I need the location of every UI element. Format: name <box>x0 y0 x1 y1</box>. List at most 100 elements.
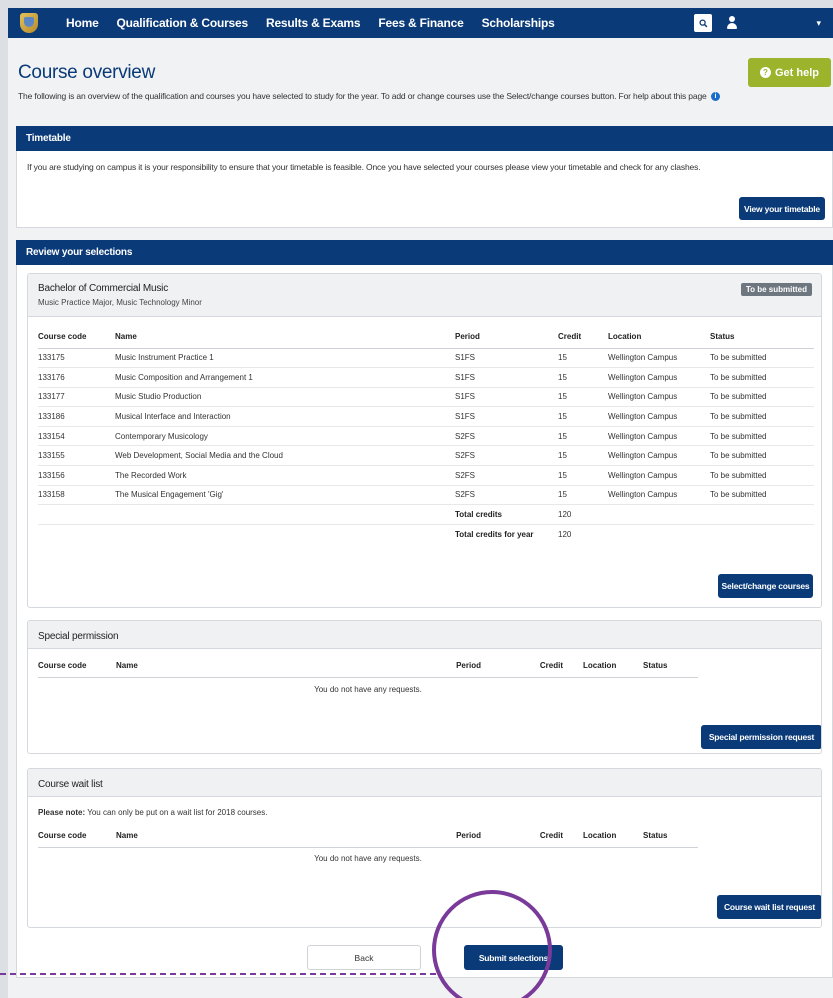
cell-credit: 15 <box>558 386 608 407</box>
col-period: Period <box>411 825 509 848</box>
cell-credit: 15 <box>558 425 608 446</box>
wait-list-note-text: You can only be put on a wait list for 2… <box>85 808 268 817</box>
cell-period: S1FS <box>455 353 476 363</box>
special-permission-title: Special permission <box>38 631 119 642</box>
wait-list-title: Course wait list <box>38 779 103 790</box>
question-icon: ? <box>759 67 771 78</box>
col-name: Name <box>115 326 455 349</box>
cell-period: S2FS <box>455 465 558 486</box>
col-name: Name <box>116 825 411 848</box>
cell-period: S1FS <box>455 367 558 388</box>
qualification-name: Bachelor of Commercial Music <box>38 283 168 294</box>
cell-code: 133186 <box>38 406 115 427</box>
page-intro: The following is an overview of the qual… <box>18 91 720 102</box>
review-heading-text: Review your selections <box>26 247 133 258</box>
table-row: 133156 The Recorded Work S2FS 15 Welling… <box>38 465 814 486</box>
cell-status: To be submitted <box>710 425 814 446</box>
select-change-courses-button[interactable]: Select/change courses <box>718 574 813 598</box>
cell-location: Wellington Campus <box>608 353 678 363</box>
qualification-card-header: Bachelor of Commercial Music Music Pract… <box>28 274 821 317</box>
university-logo-icon[interactable] <box>20 13 38 33</box>
nav-qualification-courses[interactable]: Qualification & Courses <box>117 16 249 30</box>
col-period: Period <box>411 655 509 678</box>
back-button[interactable]: Back <box>307 945 421 970</box>
col-course-code: Course code <box>38 655 116 678</box>
wait-list-header: Course wait list <box>28 769 821 797</box>
wait-list-note: Please note: You can only be put on a wa… <box>38 808 267 817</box>
get-help-button[interactable]: ? Get help <box>748 58 831 87</box>
cell-status: To be submitted <box>710 386 814 407</box>
cell-location: Wellington Campus <box>608 445 710 466</box>
special-permission-card: Special permission Course code Name Peri… <box>27 620 822 754</box>
wait-list-table-header: Course code Name Period Credit Location … <box>38 825 698 848</box>
nav-fees-finance[interactable]: Fees & Finance <box>378 16 463 30</box>
courses-table-header: Course code Name Period Credit Location … <box>38 326 814 349</box>
review-panel-heading: Review your selections <box>16 240 833 265</box>
course-wait-list-card: Course wait list Please note: You can on… <box>27 768 822 928</box>
user-icon[interactable] <box>726 16 738 30</box>
cell-name: Music Composition and Arrangement 1 <box>115 367 455 388</box>
table-row: 133175 Music Instrument Practice 1 S1FS … <box>38 348 814 368</box>
nav-scholarships[interactable]: Scholarships <box>482 16 555 30</box>
cell-status: To be submitted <box>710 406 814 427</box>
table-row: 133186 Musical Interface and Interaction… <box>38 406 814 427</box>
cell-period: S1FS <box>455 406 558 427</box>
cell-status: To be submitted <box>710 367 814 388</box>
cell-location: Wellington Campus <box>608 465 710 486</box>
col-credit: Credit <box>509 655 563 678</box>
timetable-panel: If you are studying on campus it is your… <box>16 151 833 228</box>
col-location: Location <box>608 326 710 349</box>
total-year-label: Total credits for year <box>455 523 558 544</box>
total-credits-value: 120 <box>558 504 608 525</box>
cell-status: To be submitted <box>710 353 767 363</box>
nav-results-exams[interactable]: Results & Exams <box>266 16 361 30</box>
timetable-panel-heading: Timetable <box>16 126 833 151</box>
info-icon[interactable]: i <box>710 92 720 102</box>
col-course-code: Course code <box>38 825 116 848</box>
col-period: Period <box>455 326 558 349</box>
col-status: Status <box>710 326 814 349</box>
special-permission-request-button[interactable]: Special permission request <box>701 725 821 749</box>
cell-status: To be submitted <box>710 445 814 466</box>
page-title: Course overview <box>18 62 155 83</box>
chevron-down-icon[interactable]: ▾ <box>816 18 821 29</box>
cell-location: Wellington Campus <box>608 425 710 446</box>
cell-location: Wellington Campus <box>608 367 710 388</box>
cell-period: S1FS <box>455 386 558 407</box>
search-button[interactable] <box>694 14 713 32</box>
table-row: 133154 Contemporary Musicology S2FS 15 W… <box>38 425 814 446</box>
cell-period: S2FS <box>455 425 558 446</box>
wait-list-empty-note: You do not have any requests. <box>314 854 422 863</box>
review-panel: Bachelor of Commercial Music Music Pract… <box>16 265 833 978</box>
special-table-header: Course code Name Period Credit Location … <box>38 655 698 678</box>
cell-code: 133156 <box>38 465 115 486</box>
cell-period: S2FS <box>455 484 558 505</box>
cell-location: Wellington Campus <box>608 386 710 407</box>
status-badge: To be submitted <box>740 283 812 296</box>
course-wait-list-request-button[interactable]: Course wait list request <box>717 895 821 919</box>
view-timetable-button[interactable]: View your timetable <box>739 197 825 220</box>
table-row: 133158 The Musical Engagement 'Gig' S2FS… <box>38 484 814 505</box>
cell-period: S2FS <box>455 445 558 466</box>
annotation-dashed-line <box>0 973 436 975</box>
courses-table: Course code Name Period Credit Location … <box>38 326 814 544</box>
special-permission-table: Course code Name Period Credit Location … <box>38 655 698 678</box>
table-row: 133176 Music Composition and Arrangement… <box>38 367 814 388</box>
col-status: Status <box>643 825 698 848</box>
cell-code: 133155 <box>38 445 115 466</box>
search-icon <box>699 18 708 27</box>
annotation-highlight-circle <box>432 890 552 998</box>
cell-status: To be submitted <box>710 465 814 486</box>
cell-credit: 15 <box>558 445 608 466</box>
nav-home[interactable]: Home <box>66 16 99 30</box>
qualification-majors: Music Practice Major, Music Technology M… <box>38 298 202 307</box>
special-permission-header: Special permission <box>28 621 821 649</box>
timetable-text: If you are studying on campus it is your… <box>27 162 701 172</box>
cell-name: Musical Interface and Interaction <box>115 406 455 427</box>
table-row: 133155 Web Development, Social Media and… <box>38 445 814 466</box>
cell-credit: 15 <box>558 353 567 363</box>
cell-status: To be submitted <box>710 484 814 505</box>
col-location: Location <box>563 655 643 678</box>
special-empty-note: You do not have any requests. <box>314 685 422 694</box>
cell-code: 133175 <box>38 353 65 363</box>
